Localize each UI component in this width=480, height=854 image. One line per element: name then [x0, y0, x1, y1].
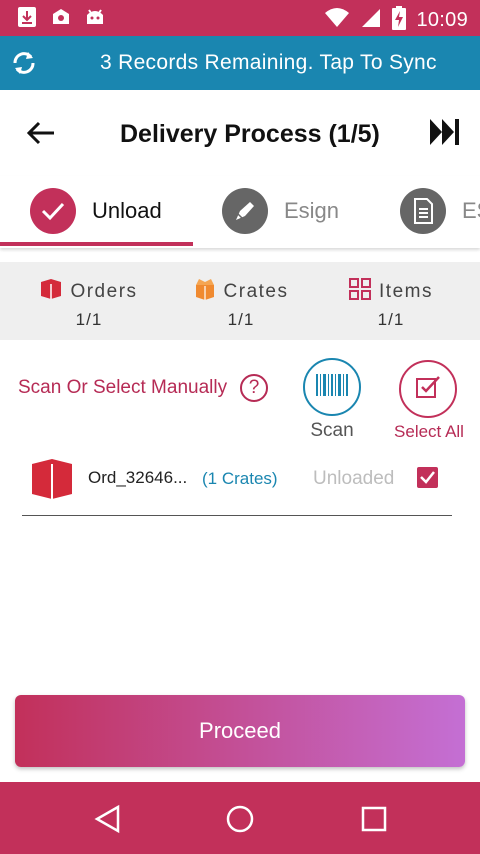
step-tabs: Unload Esign ES — [0, 176, 480, 248]
system-nav-bar — [0, 782, 480, 854]
select-all-button[interactable] — [399, 360, 457, 418]
order-id: Ord_32646... — [88, 468, 188, 487]
help-icon[interactable]: ? — [240, 374, 268, 402]
tab-es[interactable]: ES — [400, 188, 480, 234]
checkbox-icon — [415, 375, 441, 404]
signal-icon — [360, 7, 382, 34]
barcode-icon — [315, 373, 349, 402]
sync-bar[interactable]: 3 Records Remaining. Tap To Sync — [0, 36, 480, 90]
crates-summary: Crates 1/1 — [166, 278, 316, 330]
skip-next-icon[interactable] — [428, 116, 462, 148]
active-tab-indicator — [0, 242, 193, 246]
items-count: 1/1 — [377, 310, 405, 329]
download-icon — [16, 6, 38, 28]
box-icon — [30, 458, 74, 500]
tab-label: Unload — [92, 198, 162, 223]
pen-icon — [222, 188, 268, 234]
android-head-icon — [84, 6, 106, 28]
crates-count: 1/1 — [227, 310, 255, 329]
recents-square-icon[interactable] — [359, 804, 389, 834]
sync-message[interactable]: 3 Records Remaining. Tap To Sync — [100, 51, 437, 75]
scan-button-label[interactable]: Scan — [300, 420, 364, 442]
app-header: Delivery Process (1/5) — [0, 90, 480, 176]
sync-icon[interactable] — [10, 49, 38, 77]
items-summary: Items 1/1 — [316, 278, 466, 330]
document-icon — [400, 188, 446, 234]
order-status: Unloaded — [313, 468, 395, 489]
crates-label: Crates — [223, 281, 289, 302]
scan-button[interactable] — [303, 358, 361, 416]
order-crates: (1 Crates) — [202, 469, 278, 488]
items-label: Items — [379, 281, 433, 302]
tab-unload[interactable]: Unload — [30, 188, 162, 234]
select-all-label[interactable]: Select All — [386, 422, 472, 442]
tab-esign[interactable]: Esign — [222, 188, 339, 234]
summary-panel: Orders 1/1 Crates 1/1 Items 1/1 — [0, 262, 480, 340]
crate-icon — [194, 278, 216, 306]
tab-label: ES — [462, 198, 480, 223]
order-checkbox[interactable] — [417, 467, 438, 488]
proceed-button[interactable]: Proceed — [15, 695, 465, 767]
home-circle-icon[interactable] — [225, 804, 255, 834]
arrow-left-icon[interactable] — [26, 120, 56, 146]
tab-label: Esign — [284, 198, 340, 223]
orders-summary: Orders 1/1 — [14, 278, 164, 330]
back-triangle-icon[interactable] — [93, 804, 123, 834]
wifi-icon — [324, 7, 350, 34]
box-icon — [40, 278, 62, 306]
status-bar: 10:09 — [0, 0, 480, 36]
clock: 10:09 — [416, 9, 468, 31]
list-item[interactable]: Ord_32646... (1 Crates) Unloaded — [22, 452, 452, 516]
orders-count: 1/1 — [75, 310, 103, 329]
check-icon — [30, 188, 76, 234]
orders-label: Orders — [70, 281, 138, 302]
battery-charging-icon — [392, 6, 407, 35]
android-icon — [50, 6, 72, 28]
page-title: Delivery Process (1/5) — [120, 120, 380, 148]
grid-icon — [349, 278, 372, 306]
scan-instruction: Scan Or Select Manually — [18, 377, 228, 398]
